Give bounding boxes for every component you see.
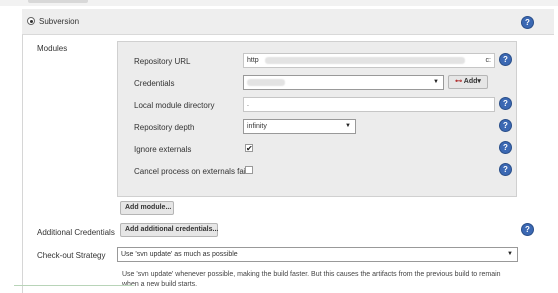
chevron-down-icon: ▼	[433, 79, 439, 85]
subversion-radio[interactable]	[27, 17, 35, 25]
local-dir-label: Local module directory	[134, 101, 215, 110]
additional-credentials-label: Additional Credentials	[37, 228, 115, 237]
help-icon[interactable]: ?	[500, 120, 511, 131]
bottom-divider	[14, 285, 134, 286]
checkout-strategy-label: Check-out Strategy	[37, 251, 106, 260]
key-icon: ⊷	[455, 78, 463, 85]
add-module-button[interactable]: Add module...	[120, 201, 174, 215]
repository-url-label: Repository URL	[134, 57, 191, 66]
checkout-description: Use 'svn update' whenever possible, maki…	[122, 270, 552, 290]
help-icon[interactable]: ?	[500, 164, 511, 175]
chevron-down-icon: ▾	[477, 78, 481, 85]
add-additional-credentials-button[interactable]: Add additional credentials...	[120, 223, 218, 237]
add-credentials-label: Add	[463, 78, 478, 85]
top-strip	[0, 0, 558, 6]
cancel-externals-checkbox[interactable]	[245, 166, 253, 174]
repository-url-suffix: c:	[485, 57, 491, 64]
help-icon[interactable]: ?	[500, 54, 511, 65]
add-credentials-button[interactable]: ⊷ Add▾	[448, 75, 488, 89]
scm-header	[22, 9, 554, 35]
repository-url-value: http	[247, 57, 259, 64]
credentials-label: Credentials	[134, 79, 175, 88]
help-icon[interactable]: ?	[500, 98, 511, 109]
chevron-down-icon: ▼	[345, 123, 351, 129]
help-icon[interactable]: ?	[522, 224, 533, 235]
depth-value: infinity	[247, 123, 267, 130]
repository-url-input[interactable]: http c:	[243, 53, 495, 68]
scm-label: Subversion	[39, 17, 80, 26]
chevron-down-icon: ▼	[507, 251, 513, 257]
modules-label: Modules	[37, 44, 68, 53]
checkout-description-line2: when a new build starts.	[122, 281, 198, 288]
redacted-credential	[247, 78, 285, 86]
checkout-description-line1: Use 'svn update' whenever possible, maki…	[122, 271, 501, 278]
redacted-text	[264, 56, 465, 64]
depth-select[interactable]: infinity ▼	[243, 119, 356, 134]
checkout-strategy-value: Use 'svn update' as much as possible	[121, 251, 238, 258]
help-icon[interactable]: ?	[500, 142, 511, 153]
help-icon[interactable]: ?	[522, 17, 533, 28]
local-dir-input[interactable]: .	[243, 97, 495, 112]
credentials-select[interactable]: ▼	[243, 75, 444, 90]
faint-heading-remnant	[28, 0, 88, 3]
checkout-strategy-select[interactable]: Use 'svn update' as much as possible ▼	[117, 247, 518, 262]
ignore-externals-checkbox[interactable]: ✔	[245, 144, 253, 153]
ignore-externals-label: Ignore externals	[134, 145, 192, 154]
depth-label: Repository depth	[134, 123, 195, 132]
cancel-externals-label: Cancel process on externals fail	[134, 167, 248, 176]
